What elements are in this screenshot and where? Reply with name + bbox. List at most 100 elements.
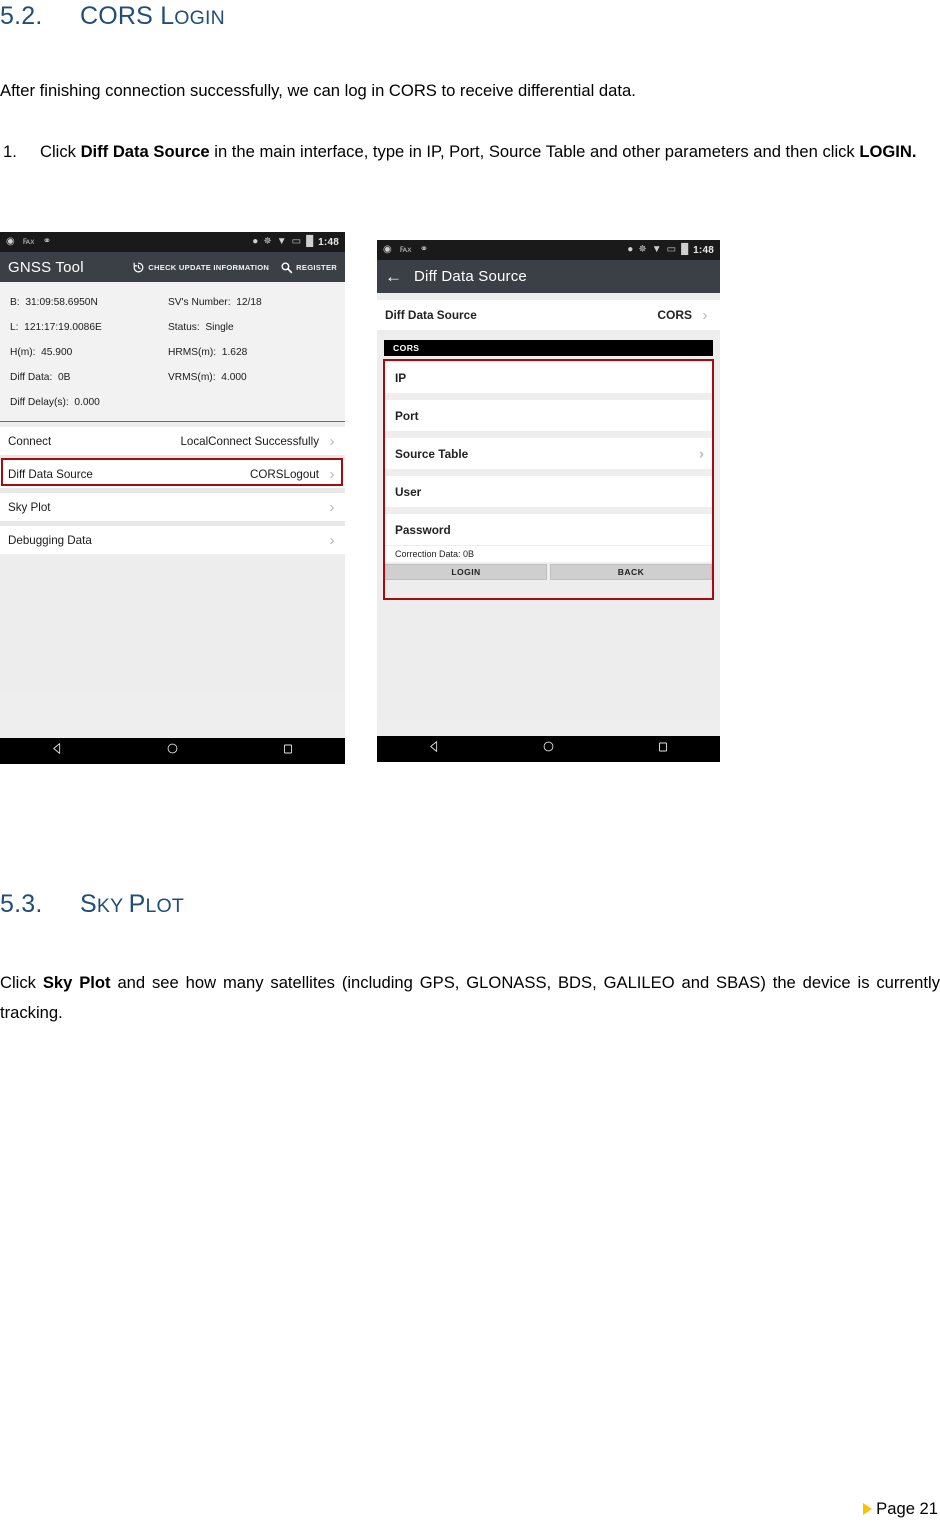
info-cell-left: Diff Data: 0B	[0, 372, 168, 383]
check-update-information-button[interactable]: CHECK UPDATE INFORMATION	[132, 261, 269, 274]
heading-5-2-number: 5.2.	[0, 2, 43, 30]
paragraph-intro: After finishing connection successfully,…	[0, 81, 636, 100]
action-button-row: LOGIN BACK	[385, 564, 712, 580]
chevron-right-icon: ›	[329, 531, 335, 549]
menu-item-connect[interactable]: Connect LocalConnect Successfully ›	[0, 427, 345, 455]
row-value: CORS	[657, 308, 692, 322]
menu-item-debugging-data[interactable]: Debugging Data ›	[0, 526, 345, 554]
screenshot-diff-data-source: ◉ ℻ ⚭ ● ✵ ▼ ▭ █ 1:48 ← Diff Data Source …	[377, 240, 720, 762]
recents-square-icon[interactable]	[282, 742, 294, 760]
gnss-info-panel: B: 31:09:58.6950N SV's Number: 12/18 L: …	[0, 282, 345, 422]
heading-5-3-s: S	[80, 890, 97, 918]
page-label: Page 21	[876, 1499, 938, 1518]
spacer	[377, 293, 720, 300]
menu-item-label: Debugging Data	[8, 533, 92, 547]
heading-5-3-lot: LOT	[145, 895, 184, 917]
step-text-b: in the main interface, type in IP, Port,…	[209, 142, 860, 161]
back-arrow-icon[interactable]: ←	[385, 268, 402, 285]
info-label: SV's Number:	[168, 297, 231, 308]
info-row: Diff Data: 0B VRMS(m): 4.000	[0, 365, 345, 390]
location-icon: ●	[252, 236, 259, 247]
search-icon	[280, 261, 293, 274]
step-bold-b: LOGIN.	[859, 142, 917, 161]
info-label: HRMS(m):	[168, 347, 217, 358]
back-triangle-icon[interactable]	[51, 742, 64, 760]
heading-5-3-number: 5.3.	[0, 890, 43, 918]
info-label: Status:	[168, 322, 200, 333]
info-row: L: 121:17:19.0086E Status: Single	[0, 315, 345, 340]
step-bold-a: Diff Data Source	[80, 142, 210, 161]
field-password[interactable]: Password	[385, 514, 712, 545]
triangle-bullet-icon	[863, 1503, 873, 1515]
info-label: Diff Delay(s):	[10, 397, 69, 408]
sim-icon: ▭	[666, 244, 677, 255]
usb-plug-icon: ⚭	[42, 236, 52, 247]
battery-icon: █	[306, 236, 314, 247]
info-row: Diff Delay(s): 0.000	[0, 390, 345, 415]
bluetooth-icon: ✵	[638, 244, 647, 255]
menu-item-label: Sky Plot	[8, 500, 51, 514]
info-cell-right: VRMS(m): 4.000	[168, 372, 345, 383]
app-bar-actions: CHECK UPDATE INFORMATION REGISTER	[132, 261, 337, 274]
info-label: VRMS(m):	[168, 372, 216, 383]
field-port[interactable]: Port	[385, 400, 712, 431]
info-cell-left: Diff Delay(s): 0.000	[0, 397, 168, 408]
field-source-table[interactable]: Source Table ›	[385, 438, 712, 469]
empty-area	[0, 554, 345, 694]
field-ip[interactable]: IP	[385, 362, 712, 393]
back-triangle-icon[interactable]	[428, 740, 441, 758]
register-label: REGISTER	[296, 262, 337, 272]
wifi-icon: ▼	[651, 244, 662, 255]
bluetooth-icon: ✵	[263, 236, 272, 247]
menu-item-diff-data-source[interactable]: Diff Data Source CORSLogout ›	[0, 460, 345, 488]
sync-icon: ◉	[383, 244, 392, 255]
menu-item-label: Connect	[8, 434, 52, 448]
info-row: B: 31:09:58.6950N SV's Number: 12/18	[0, 290, 345, 315]
sky-text-b: and see how many satellites (including G…	[0, 973, 940, 1022]
status-left-icons: ◉ ℻ ⚭	[383, 245, 428, 255]
chevron-right-icon: ›	[699, 445, 704, 462]
paragraph-sky-plot: Click Sky Plot and see how many satellit…	[0, 968, 940, 1028]
spacer	[377, 330, 720, 335]
info-value: 31:09:58.6950N	[25, 297, 98, 308]
app-bar-right: ← Diff Data Source	[377, 260, 720, 293]
info-cell-right: SV's Number: 12/18	[168, 297, 345, 308]
login-button[interactable]: LOGIN	[385, 564, 547, 580]
info-value: 121:17:19.0086E	[24, 322, 102, 333]
menu-item-label: Diff Data Source	[8, 467, 93, 481]
home-circle-icon[interactable]	[166, 742, 179, 760]
info-value: Single	[205, 322, 234, 333]
heading-5-3-p: P	[128, 890, 146, 918]
info-cell-left: H(m): 45.900	[0, 347, 168, 358]
android-nav-bar-left	[0, 738, 345, 764]
row-diff-data-source[interactable]: Diff Data Source CORS ›	[377, 300, 720, 330]
info-cell-right: HRMS(m): 1.628	[168, 347, 345, 358]
menu-item-sky-plot[interactable]: Sky Plot ›	[0, 493, 345, 521]
app-bar-left: GNSS Tool CHECK UPDATE INFORMATION REGIS…	[0, 252, 345, 282]
usb-plug-icon: ⚭	[419, 244, 429, 255]
chevron-right-icon: ›	[329, 498, 335, 516]
recents-square-icon[interactable]	[657, 740, 669, 758]
info-cell-right: Status: Single	[168, 322, 345, 333]
field-user[interactable]: User	[385, 476, 712, 507]
chevron-right-icon: ›	[702, 306, 708, 324]
field-label: Source Table	[395, 446, 469, 461]
group-header-cors: CORS	[384, 340, 713, 356]
back-button[interactable]: BACK	[550, 564, 712, 580]
info-value: 0B	[57, 372, 71, 383]
app-title: GNSS Tool	[8, 258, 84, 276]
main-menu-list: Connect LocalConnect Successfully › Diff…	[0, 427, 345, 694]
sync-icon: ◉	[6, 236, 15, 247]
battery-icon: █	[681, 244, 689, 255]
app-title: Diff Data Source	[414, 268, 527, 285]
footer-page-number: Page 21	[863, 1499, 938, 1519]
empty-area	[377, 580, 720, 720]
status-clock: 1:48	[318, 236, 339, 248]
register-button[interactable]: REGISTER	[280, 261, 337, 274]
paragraph-body: Click Sky Plot and see how many satellit…	[0, 968, 940, 1028]
status-clock: 1:48	[693, 244, 714, 256]
menu-item-value: CORSLogout	[250, 467, 319, 481]
info-label: B:	[10, 297, 20, 308]
home-circle-icon[interactable]	[542, 740, 555, 758]
status-bar-left: ◉ ℻ ⚭ ● ✵ ▼ ▭ █ 1:48	[0, 232, 345, 252]
